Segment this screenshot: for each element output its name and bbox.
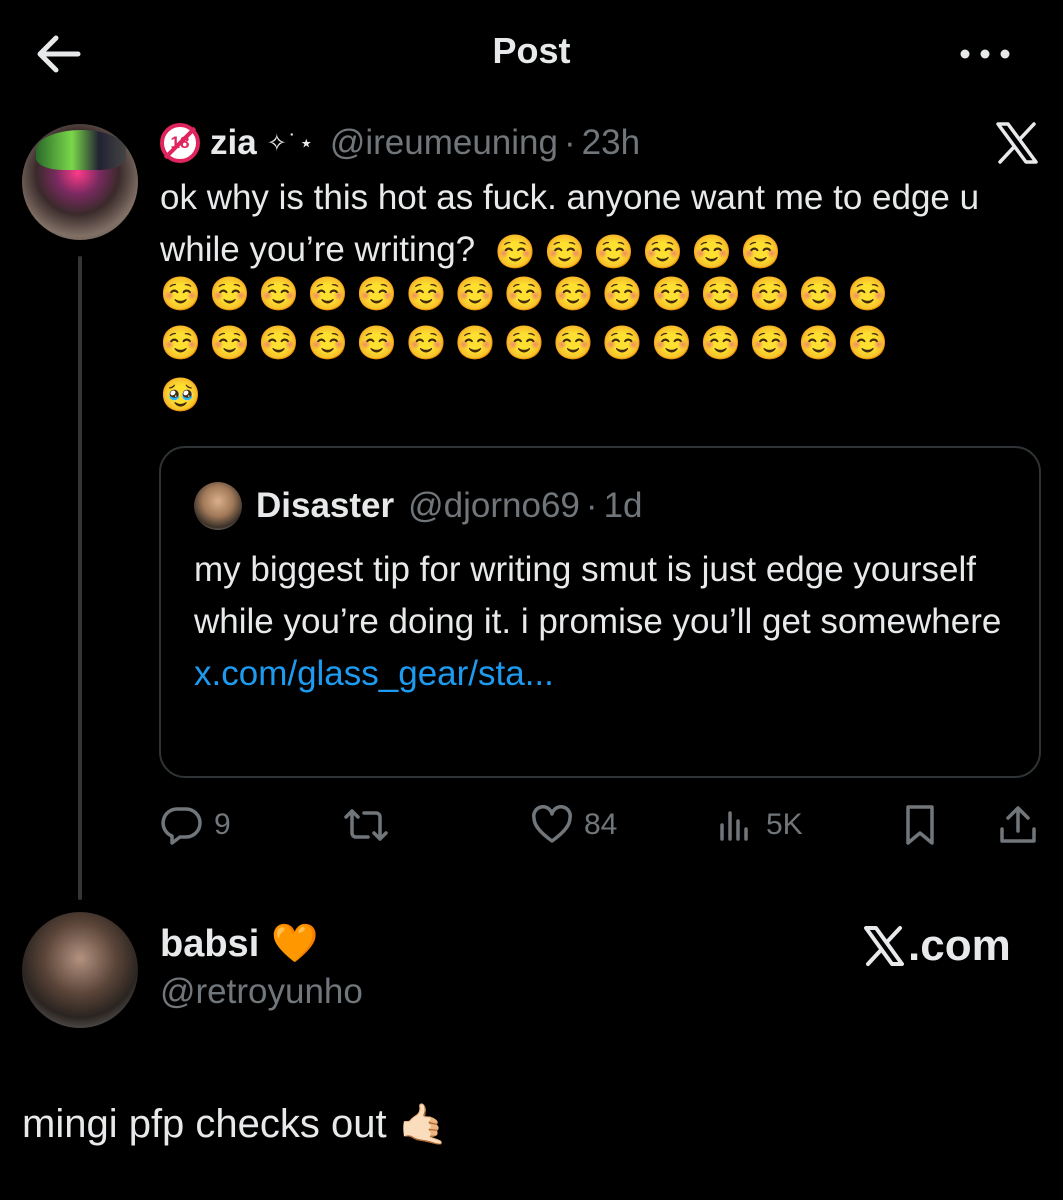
smiling-face-emoji: ☺️ xyxy=(601,275,643,312)
smiling-face-emoji: ☺️ xyxy=(552,324,594,361)
smiling-face-emoji: ☺️ xyxy=(503,324,545,361)
smiling-face-emoji: ☺️ xyxy=(209,324,251,361)
smiling-face-emoji: ☺️ xyxy=(650,275,693,312)
post-timestamp[interactable]: 23h xyxy=(582,123,640,163)
quoted-author-row: Disaster @djorno69 · 1d xyxy=(256,482,643,530)
bookmark-button[interactable] xyxy=(900,800,940,850)
emoji-row: ☺️ ☺️ ☺️ ☺️ ☺️ ☺️ ☺️ ☺️ ☺️ ☺️ ☺️ ☺️ ☺️ ☺️ ☺️ xyxy=(160,275,896,314)
separator-dot: · xyxy=(563,123,576,162)
smiling-face-emoji: ☺️ xyxy=(593,232,635,270)
poster-name-row: babsi 🧡 xyxy=(160,918,319,970)
page-title: Post xyxy=(492,30,571,71)
caption-text: mingi pfp checks out xyxy=(22,1101,387,1146)
smiling-face-emoji: ☺️ xyxy=(798,275,840,312)
author-name[interactable]: zia xyxy=(210,123,257,163)
x-com-watermark: .com xyxy=(862,918,1011,974)
emoji-row: ☺️ ☺️ ☺️ ☺️ ☺️ ☺️ ☺️ ☺️ ☺️ ☺️ ☺️ ☺️ ☺️ ☺️ ☺️ xyxy=(160,324,896,363)
call-me-hand-emoji: 🤙🏻 xyxy=(398,1102,449,1147)
view-count: 5K xyxy=(766,808,803,841)
smiling-face-emoji: ☺️ xyxy=(494,232,536,270)
separator-dot: · xyxy=(585,486,598,525)
like-button[interactable]: 84 xyxy=(530,800,617,850)
smiling-face-emoji: ☺️ xyxy=(847,324,889,361)
smiling-face-emoji: ☺️ xyxy=(740,232,782,270)
heart-outline-icon xyxy=(532,805,572,843)
smiling-face-emoji: ☺️ xyxy=(650,324,693,361)
orange-heart-emoji: 🧡 xyxy=(271,923,319,965)
smiling-face-emoji: ☺️ xyxy=(209,275,251,312)
repost-button[interactable] xyxy=(340,800,402,850)
share-button[interactable] xyxy=(996,800,1040,850)
smiling-face-emoji: ☺️ xyxy=(258,324,300,361)
like-count: 84 xyxy=(584,808,618,841)
x-logo-icon xyxy=(864,926,904,966)
reply-button[interactable]: 9 xyxy=(160,800,231,850)
smiling-face-emoji: ☺️ xyxy=(454,275,496,312)
smiling-face-emoji: ☺️ xyxy=(601,324,643,361)
share-upload-icon xyxy=(1000,806,1036,843)
more-options-icon[interactable] xyxy=(955,36,1015,72)
smiling-face-emoji: ☺️ xyxy=(160,324,202,361)
poster-name: babsi xyxy=(160,922,260,965)
post-text: ok why is this hot as fuck. anyone want … xyxy=(160,172,1020,278)
smiling-face-emoji: ☺️ xyxy=(160,275,202,312)
quoted-post-link[interactable]: x.com/glass_gear/sta... xyxy=(194,654,554,693)
smiling-face-emoji: ☺️ xyxy=(700,275,742,312)
caption-text-row: mingi pfp checks out 🤙🏻 xyxy=(22,1094,448,1154)
smiling-face-emoji: ☺️ xyxy=(700,324,742,361)
smiling-face-emoji: ☺️ xyxy=(356,275,398,312)
name-decoration: ✧˙⋆ xyxy=(266,129,316,157)
thread-connector-line xyxy=(78,256,82,900)
bookmark-icon xyxy=(906,805,934,845)
poster-handle: @retroyunho xyxy=(160,972,363,1011)
smiling-face-emoji: ☺️ xyxy=(543,232,586,270)
smiling-face-emoji: ☺️ xyxy=(258,275,300,312)
x-logo-icon xyxy=(992,120,1042,166)
quoted-post-text: my biggest tip for writing smut is just … xyxy=(194,544,1014,700)
views-button[interactable]: 5K xyxy=(716,800,803,850)
post-author-row: 18 zia ✧˙⋆ @ireumeuning · 23h xyxy=(160,118,640,168)
author-avatar[interactable] xyxy=(22,124,138,240)
views-bar-icon xyxy=(720,811,748,841)
quoted-post-timestamp: 1d xyxy=(603,486,643,525)
age-restricted-18-icon: 18 xyxy=(160,123,200,163)
smiling-face-emoji: ☺️ xyxy=(847,275,889,312)
quoted-author-name: Disaster xyxy=(256,486,395,525)
smiling-face-emoji: ☺️ xyxy=(454,324,496,361)
smiling-face-emoji: ☺️ xyxy=(405,275,447,312)
reply-count: 9 xyxy=(214,808,231,841)
quoted-post-body: my biggest tip for writing smut is just … xyxy=(194,550,1002,641)
author-handle[interactable]: @ireumeuning xyxy=(330,123,558,163)
reply-bubble-icon xyxy=(161,807,202,845)
smiling-face-emoji: ☺️ xyxy=(691,232,733,270)
smiling-face-emoji: ☺️ xyxy=(552,275,594,312)
emoji-row: 🥹 xyxy=(160,376,209,415)
smiling-face-emoji: ☺️ xyxy=(749,324,791,361)
quoted-author-avatar xyxy=(194,482,242,530)
site-suffix: .com xyxy=(908,921,1011,970)
smiling-face-emoji: ☺️ xyxy=(307,324,349,361)
smiling-face-emoji: ☺️ xyxy=(356,324,398,361)
quoted-author-handle: @djorno69 xyxy=(408,486,580,525)
pleading-face-emoji: 🥹 xyxy=(160,376,202,413)
smiling-face-emoji: ☺️ xyxy=(307,275,349,312)
smiling-face-emoji: ☺️ xyxy=(798,324,840,361)
inline-emoji-group: ☺️ ☺️ ☺️ ☺️ ☺️ ☺️ xyxy=(485,230,782,270)
repost-icon xyxy=(344,809,388,841)
poster-avatar xyxy=(22,912,138,1028)
smiling-face-emoji: ☺️ xyxy=(405,324,447,361)
smiling-face-emoji: ☺️ xyxy=(749,275,791,312)
smiling-face-emoji: ☺️ xyxy=(503,275,545,312)
smiling-face-emoji: ☺️ xyxy=(642,232,684,270)
